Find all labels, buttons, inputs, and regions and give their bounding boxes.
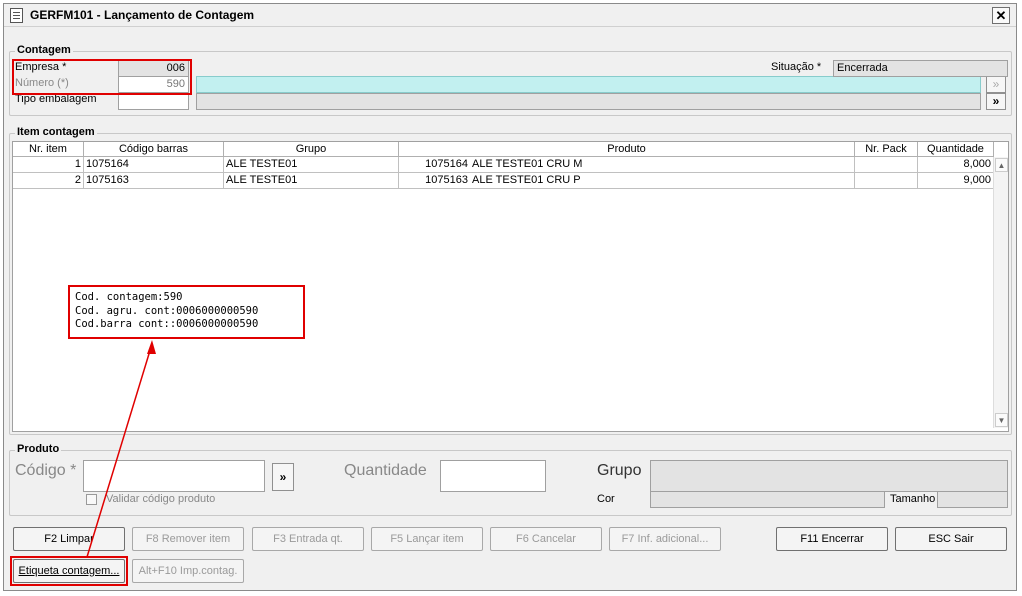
- scroll-down-icon[interactable]: ▼: [995, 413, 1008, 427]
- remover-item-button[interactable]: F8 Remover item: [132, 527, 244, 551]
- situacao-field: Encerrada: [833, 60, 1008, 77]
- tipo-embalagem-label: Tipo embalagem: [15, 93, 97, 105]
- cell-codigo-barras: 1075163: [84, 173, 224, 189]
- cancelar-button[interactable]: F6 Cancelar: [490, 527, 602, 551]
- window-title: GERFM101 - Lançamento de Contagem: [30, 8, 255, 22]
- grid-scrollbar[interactable]: ▲ ▼: [993, 157, 1008, 428]
- codigo-search-button[interactable]: »: [272, 463, 294, 491]
- col-quantidade[interactable]: Quantidade: [918, 142, 994, 157]
- cell-grupo: ALE TESTE01: [224, 173, 399, 189]
- empresa-field[interactable]: 006: [118, 60, 189, 77]
- cell-quantidade: 9,000: [918, 173, 994, 189]
- situacao-label: Situação *: [771, 61, 822, 73]
- limpar-button[interactable]: F2 Limpar: [13, 527, 125, 551]
- annotation-line: Cod. agru. cont:0006000000590: [75, 304, 259, 317]
- numero-search-button[interactable]: »: [986, 76, 1006, 93]
- inf-adicional-button[interactable]: F7 Inf. adicional...: [609, 527, 721, 551]
- cell-produto-descricao: ALE TESTE01 CRU P: [470, 173, 855, 189]
- search-icon: »: [992, 94, 1000, 108]
- quantidade-label: Quantidade: [344, 462, 427, 479]
- empresa-label: Empresa *: [15, 61, 67, 73]
- cor-label: Cor: [597, 493, 615, 505]
- validar-codigo-checkbox[interactable]: [86, 494, 97, 505]
- encerrar-button[interactable]: F11 Encerrar: [776, 527, 888, 551]
- form-icon: [10, 8, 23, 23]
- lancar-item-button[interactable]: F5 Lançar item: [371, 527, 483, 551]
- tipo-embalagem-description-field: [196, 93, 981, 110]
- annotation-line: Cod. contagem:590: [75, 291, 183, 303]
- col-nr-item[interactable]: Nr. item: [13, 142, 84, 157]
- tamanho-field: [937, 491, 1008, 508]
- title-bar: GERFM101 - Lançamento de Contagem ✕: [4, 4, 1016, 27]
- imp-contag-button[interactable]: Alt+F10 Imp.contag.: [132, 559, 244, 583]
- cell-codigo-barras: 1075164: [84, 157, 224, 173]
- cell-nr-item: 2: [13, 173, 84, 189]
- col-produto[interactable]: Produto: [399, 142, 855, 157]
- codigo-label: Código *: [15, 462, 77, 479]
- item-contagem-legend: Item contagem: [15, 126, 97, 138]
- cell-produto-codigo: 1075163: [399, 173, 470, 189]
- grid-header: Nr. item Código barras Grupo Produto Nr.…: [13, 142, 994, 157]
- quantidade-input[interactable]: [440, 460, 546, 492]
- codigo-input[interactable]: [83, 460, 265, 492]
- annotation-line: Cod.barra cont::0006000000590: [75, 318, 259, 330]
- grupo-label: Grupo: [597, 462, 642, 479]
- entrada-qt-button[interactable]: F3 Entrada qt.: [252, 527, 364, 551]
- produto-legend: Produto: [15, 443, 62, 455]
- cell-nr-pack: [855, 157, 918, 173]
- col-nr-pack[interactable]: Nr. Pack: [855, 142, 918, 157]
- tamanho-label: Tamanho: [890, 493, 936, 505]
- cell-grupo: ALE TESTE01: [224, 157, 399, 173]
- close-button[interactable]: ✕: [992, 7, 1010, 24]
- table-row[interactable]: 1 1075164 ALE TESTE01 1075164 ALE TESTE0…: [13, 157, 994, 173]
- numero-label: Número (*): [15, 77, 69, 89]
- grupo-field: [650, 460, 1008, 492]
- cell-nr-item: 1: [13, 157, 84, 173]
- sair-button[interactable]: ESC Sair: [895, 527, 1007, 551]
- main-window: GERFM101 - Lançamento de Contagem ✕ Cont…: [3, 3, 1017, 591]
- search-icon: »: [279, 470, 287, 484]
- col-grupo[interactable]: Grupo: [224, 142, 399, 157]
- barcode-annotation: Cod. contagem:590 Cod. agru. cont:000600…: [68, 285, 305, 339]
- cell-nr-pack: [855, 173, 918, 189]
- cell-quantidade: 8,000: [918, 157, 994, 173]
- cell-produto-codigo: 1075164: [399, 157, 470, 173]
- cell-produto-descricao: ALE TESTE01 CRU M: [470, 157, 855, 173]
- numero-field[interactable]: 590: [118, 76, 189, 93]
- tipo-embalagem-field[interactable]: [118, 93, 189, 110]
- numero-description-field: [196, 76, 981, 93]
- scroll-up-icon[interactable]: ▲: [995, 158, 1008, 172]
- contagem-legend: Contagem: [15, 44, 73, 56]
- tipo-embalagem-search-button[interactable]: »: [986, 93, 1006, 110]
- validar-codigo-label[interactable]: Validar código produto: [106, 493, 215, 505]
- search-icon: »: [992, 77, 1000, 91]
- etiqueta-contagem-button[interactable]: Etiqueta contagem...: [13, 559, 125, 583]
- cor-field: [650, 491, 885, 508]
- col-codigo-barras[interactable]: Código barras: [84, 142, 224, 157]
- table-row[interactable]: 2 1075163 ALE TESTE01 1075163 ALE TESTE0…: [13, 173, 994, 189]
